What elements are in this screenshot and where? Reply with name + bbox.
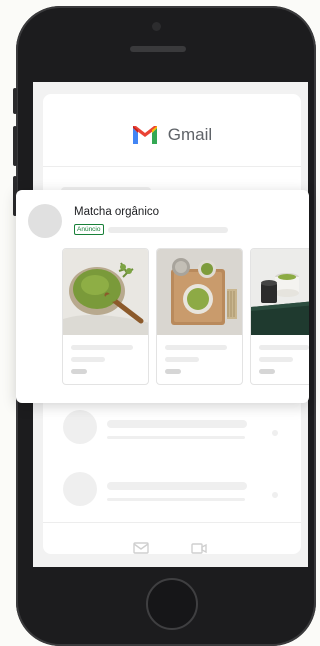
product-card[interactable]	[156, 248, 243, 385]
advertiser-avatar	[28, 204, 62, 238]
product-cta-placeholder	[165, 369, 181, 374]
product-name-placeholder	[259, 345, 309, 350]
email-subject-placeholder	[107, 482, 247, 490]
email-avatar-placeholder	[63, 472, 97, 506]
app-title: Gmail	[167, 125, 213, 144]
matcha-powder-bowl-image	[63, 249, 148, 335]
header-divider	[43, 166, 301, 167]
gmail-logo-icon	[132, 126, 157, 144]
product-price-placeholder	[71, 357, 105, 362]
email-star-placeholder	[272, 430, 278, 436]
product-price-placeholder	[165, 357, 199, 362]
ad-badge: Anúncio	[74, 224, 104, 235]
matcha-tea-tray-image	[157, 249, 242, 335]
video-icon[interactable]	[191, 542, 207, 554]
product-card[interactable]	[250, 248, 309, 385]
email-preview-placeholder	[107, 498, 245, 501]
matcha-cup-tin-image	[251, 249, 309, 335]
bottom-bar-divider	[43, 522, 301, 523]
product-cta-placeholder	[71, 369, 87, 374]
earpiece-speaker	[130, 46, 186, 52]
product-name-placeholder	[71, 345, 133, 350]
product-price-placeholder	[259, 357, 293, 362]
product-cta-placeholder	[259, 369, 275, 374]
volume-down-button	[13, 126, 17, 166]
home-button[interactable]	[146, 578, 198, 630]
product-card[interactable]	[62, 248, 149, 385]
ad-title[interactable]: Matcha orgânico	[74, 206, 159, 218]
volume-up-button	[13, 88, 17, 114]
gmail-header: Gmail	[43, 118, 301, 152]
mail-icon[interactable]	[133, 540, 149, 554]
email-avatar-placeholder	[63, 410, 97, 444]
email-star-placeholder	[272, 492, 278, 498]
sponsored-ad-card[interactable]: Matcha orgânico Anúncio	[16, 190, 309, 403]
front-camera	[152, 22, 161, 31]
product-name-placeholder	[165, 345, 227, 350]
ad-description-placeholder	[108, 227, 228, 233]
email-subject-placeholder	[107, 420, 247, 428]
email-preview-placeholder	[107, 436, 245, 439]
